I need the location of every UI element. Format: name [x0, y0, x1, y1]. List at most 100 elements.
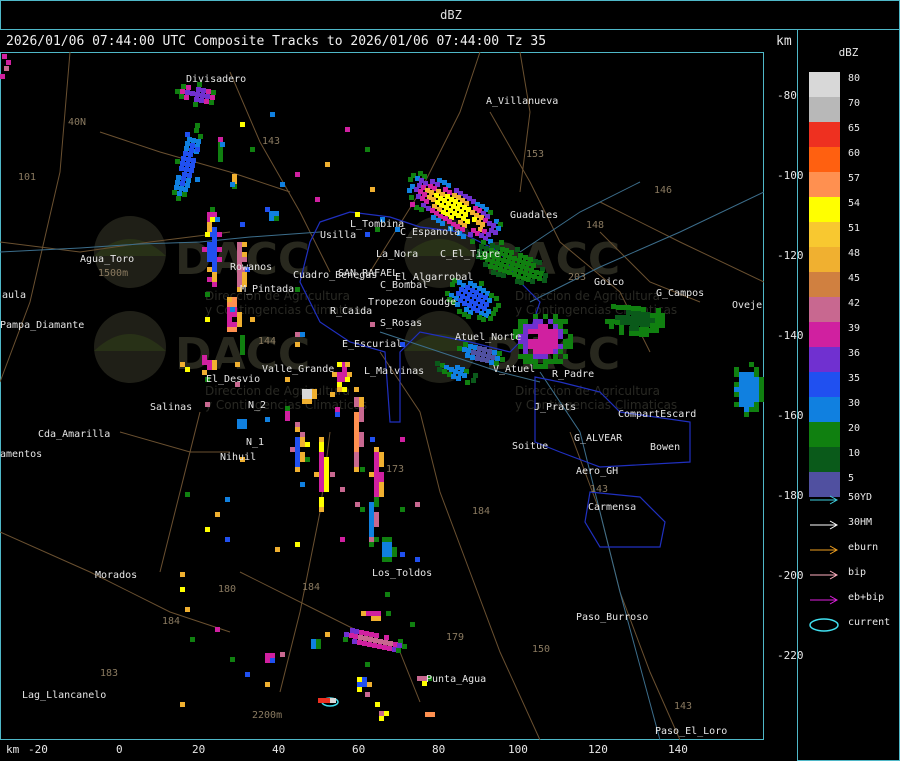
track-legend-label: 50YD: [848, 492, 873, 503]
place-label: V_Atuel: [493, 364, 535, 375]
place-label: Divisadero: [186, 74, 246, 85]
route-number: 183: [100, 668, 118, 679]
scale-label: 45: [848, 273, 861, 284]
place-label: N_2: [248, 400, 266, 411]
place-label: Tropezon: [368, 297, 416, 308]
route-number: 146: [654, 185, 672, 196]
route-number: 179: [446, 632, 464, 643]
watermark-line-3a: Direccion de Agricultura: [205, 384, 350, 398]
place-label: Salinas: [150, 402, 192, 413]
scale-label: 48: [848, 248, 861, 259]
elevation-label: 2200m: [252, 710, 282, 721]
place-label: aula: [2, 290, 26, 301]
scale-swatch: [809, 297, 840, 322]
watermark-line-4a: Direccion de Agricultura: [515, 384, 660, 398]
place-label: Los_Toldos: [372, 568, 432, 579]
track-legend-label: 30HM: [848, 517, 873, 528]
scale-label: 42: [848, 298, 861, 309]
track-arrow-icon: [810, 570, 839, 580]
x-tick: 140: [668, 743, 688, 756]
place-label: Atuel_Norte: [455, 332, 521, 343]
route-number: 184: [302, 582, 320, 593]
place-label: R_Padre: [552, 369, 594, 380]
place-label: Carmensa: [588, 502, 636, 513]
place-label: Guadales: [510, 210, 558, 221]
place-label: Bowen: [650, 442, 680, 453]
scale-swatch: [809, 397, 840, 422]
place-label: Oveje: [732, 300, 762, 311]
place-label: SAN_RAFAEL: [338, 268, 398, 279]
elevation-label: 1500m: [98, 268, 128, 279]
track-arrow-icon: [810, 495, 839, 505]
scale-swatch: [809, 372, 840, 397]
place-label: M_Pintada: [240, 284, 294, 295]
route-number: 153: [526, 149, 544, 160]
place-label: Punta_Agua: [426, 674, 486, 685]
track-arrow-icon: [810, 520, 839, 530]
place-label: C_El_Tigre: [440, 249, 500, 260]
track-legend-item: 50YD: [808, 492, 898, 506]
place-label: Valle_Grande: [262, 364, 334, 375]
place-label: S_Rosas: [380, 318, 422, 329]
place-label: Soitue: [512, 441, 548, 452]
scale-swatch: [809, 272, 840, 297]
place-label: C_Espanola: [400, 227, 460, 238]
x-axis-unit: km: [6, 743, 20, 756]
track-legend-item: eburn: [808, 542, 898, 556]
dacc-watermark: DACC Direccion de Agricultura y Continge…: [94, 216, 677, 412]
place-label: El_Desvio: [206, 374, 260, 385]
scale-swatch: [809, 322, 840, 347]
x-tick: 40: [272, 743, 286, 756]
units-label: km: [776, 34, 792, 49]
scale-label: 60: [848, 148, 861, 159]
scale-label: 30: [848, 398, 861, 409]
place-label: G_ALVEAR: [574, 433, 623, 444]
place-label: Usilla: [320, 230, 356, 241]
track-legend-label: bip: [848, 567, 867, 578]
scale-label: 65: [848, 123, 861, 134]
route-number: 150: [532, 644, 550, 655]
place-label: G_Campos: [656, 288, 704, 299]
route-number: 184: [162, 616, 180, 627]
place-label: J_Prats: [534, 402, 576, 413]
scale-label: 35: [848, 373, 861, 384]
route-number: 173: [386, 464, 404, 475]
x-tick: 80: [432, 743, 446, 756]
window-title: dBZ: [440, 8, 462, 22]
current-storm-marker: [318, 697, 339, 707]
scale-label: 20: [848, 423, 861, 434]
route-number: 148: [586, 220, 604, 231]
scale-label: 54: [848, 198, 861, 209]
x-tick: -20: [28, 743, 48, 756]
track-legend-label: current: [848, 617, 891, 628]
route-number: 143: [674, 701, 692, 712]
track-arrow-icon: [810, 545, 839, 555]
route-number: 203: [568, 272, 586, 283]
scale-label: 51: [848, 223, 861, 234]
place-label: E_Escurial: [342, 339, 402, 350]
scale-swatch: [809, 422, 840, 447]
place-label: Aero_GH: [576, 466, 618, 477]
radar-map[interactable]: DACC Direccion de Agricultura y Continge…: [0, 52, 764, 740]
place-label: Morados: [95, 570, 137, 581]
place-label: Paso_Burroso: [576, 612, 648, 623]
legend-title: dBZ: [838, 46, 859, 59]
place-label: A_Villanueva: [486, 96, 558, 107]
x-tick: 0: [116, 743, 123, 756]
track-legend-item: bip: [808, 567, 898, 581]
x-tick: 100: [508, 743, 528, 756]
route-number: 184: [472, 506, 490, 517]
scale-swatch: [809, 197, 840, 222]
place-label: Goudge: [420, 297, 456, 308]
route-number: 143: [262, 136, 280, 147]
scale-swatch: [809, 72, 840, 97]
scale-label: 10: [848, 448, 861, 459]
place-label: Pampa_Diamante: [0, 320, 84, 331]
composite-header: 2026/01/06 07:44:00 UTC Composite Tracks…: [6, 34, 547, 49]
place-label: Lag_Llancanelo: [22, 690, 106, 701]
scale-swatch: [809, 122, 840, 147]
scale-label: 39: [848, 323, 861, 334]
place-label: Cda_Amarilla: [38, 429, 110, 440]
watermark-line-2a: Direccion de Agricultura: [515, 289, 660, 303]
place-label: Agua_Toro: [80, 254, 134, 265]
